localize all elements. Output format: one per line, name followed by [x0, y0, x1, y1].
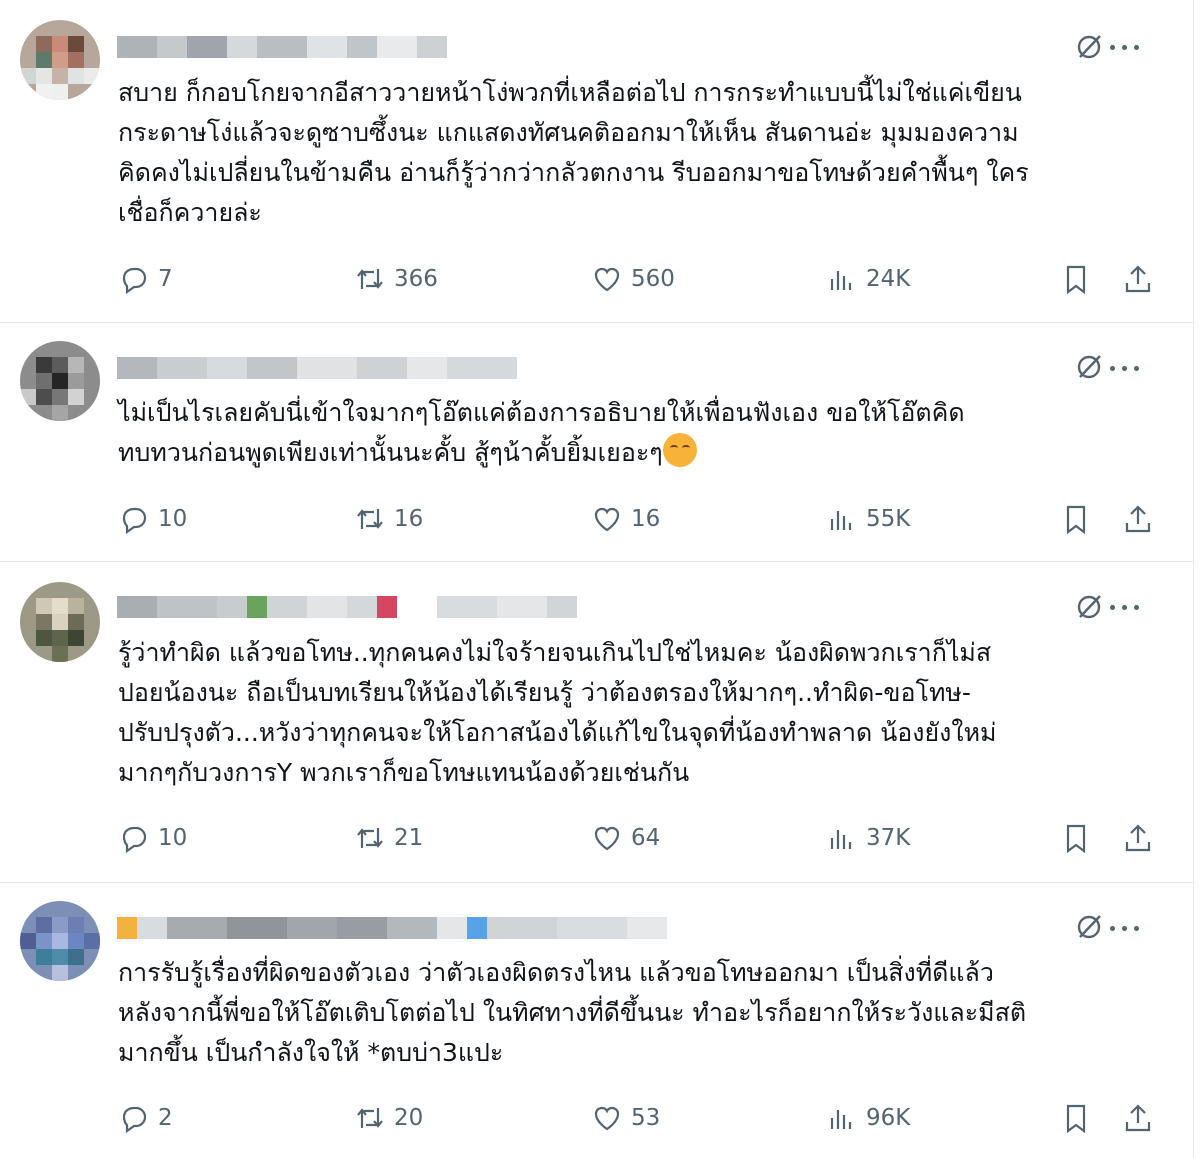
reply-post-1[interactable]: สบาย ก็กอบโกยจากอีสาววายหน้าโง่พวกที่เหล…	[0, 0, 1192, 322]
reply-count: 7	[158, 266, 173, 292]
reply-text: ไม่เป็นไรเลยคับนี่เข้าใจมากๆโอ๊ตแค่ต้องก…	[118, 393, 1168, 473]
reply-icon	[122, 826, 147, 854]
views-button[interactable]: 24K	[826, 259, 910, 299]
repost-icon	[357, 1108, 383, 1128]
share-icon	[1125, 1104, 1151, 1132]
share-icon	[1125, 824, 1151, 852]
views-icon	[830, 1110, 852, 1129]
share-icon	[1125, 265, 1151, 293]
heart-icon	[594, 826, 620, 851]
bookmark-button[interactable]	[1060, 499, 1092, 539]
views-icon	[830, 271, 852, 290]
views-icon	[830, 830, 852, 849]
views-button[interactable]: 96K	[826, 1098, 910, 1138]
more-icon[interactable]	[1110, 600, 1144, 614]
reply-icon	[122, 1106, 147, 1134]
reply-text: รู้ว่าทำผิด แล้วขอโทษ..ทุกคนคงไม่ใจร้ายจ…	[118, 638, 997, 787]
reply-button[interactable]: 10	[118, 499, 187, 539]
repost-count: 21	[394, 825, 424, 851]
more-icon[interactable]	[1110, 361, 1144, 375]
views-count: 24K	[866, 266, 911, 292]
reply-post-3[interactable]: รู้ว่าทำผิด แล้วขอโทษ..ทุกคนคงไม่ใจร้ายจ…	[0, 562, 1192, 882]
reply-count: 2	[158, 1105, 173, 1131]
avatar[interactable]	[20, 341, 100, 421]
like-button[interactable]: 64	[591, 818, 660, 858]
views-button[interactable]: 37K	[826, 818, 910, 858]
views-count: 96K	[866, 1105, 911, 1131]
action-bar: 10 21 64 37K	[118, 818, 1168, 858]
share-button[interactable]	[1122, 499, 1154, 539]
repost-icon	[357, 509, 383, 529]
share-button[interactable]	[1122, 1098, 1154, 1138]
reply-button[interactable]: 10	[118, 818, 187, 858]
like-button[interactable]: 16	[591, 499, 660, 539]
reply-icon	[122, 267, 147, 295]
like-count: 16	[631, 506, 661, 532]
share-button[interactable]	[1122, 818, 1154, 858]
bookmark-icon	[1066, 824, 1086, 854]
share-button[interactable]	[1122, 259, 1154, 299]
reply-text: การรับรู้เรื่องที่ผิดของตัวเอง ว่าตัวเอง…	[118, 958, 1027, 1067]
author-name-blurred[interactable]	[117, 357, 517, 379]
like-count: 560	[631, 266, 675, 292]
repost-icon	[357, 269, 383, 289]
views-count: 55K	[866, 506, 911, 532]
repost-count: 366	[394, 266, 438, 292]
repost-button[interactable]: 16	[354, 499, 423, 539]
more-icon[interactable]	[1110, 40, 1144, 54]
repost-button[interactable]: 21	[354, 818, 423, 858]
author-name-blurred[interactable]	[117, 596, 577, 618]
grok-icon[interactable]	[1074, 32, 1104, 62]
reply-count: 10	[158, 825, 188, 851]
bookmark-icon	[1066, 1104, 1086, 1134]
bookmark-button[interactable]	[1060, 818, 1092, 858]
action-bar: 2 20 53 96K	[118, 1098, 1168, 1138]
bookmark-button[interactable]	[1060, 259, 1092, 299]
views-count: 37K	[866, 825, 911, 851]
share-icon	[1125, 505, 1151, 533]
more-icon[interactable]	[1110, 921, 1144, 935]
like-count: 53	[631, 1105, 661, 1131]
grok-icon[interactable]	[1074, 592, 1104, 622]
reply-text: สบาย ก็กอบโกยจากอีสาววายหน้าโง่พวกที่เหล…	[118, 78, 1029, 227]
repost-button[interactable]: 366	[354, 259, 438, 299]
bookmark-icon	[1066, 505, 1086, 535]
views-button[interactable]: 55K	[826, 499, 910, 539]
heart-icon	[594, 507, 620, 532]
repost-button[interactable]: 20	[354, 1098, 423, 1138]
author-name-blurred[interactable]	[117, 36, 447, 58]
repost-icon	[357, 828, 383, 848]
repost-count: 20	[394, 1105, 424, 1131]
author-name-blurred[interactable]	[117, 917, 667, 939]
timeline-border	[1193, 0, 1194, 1158]
avatar[interactable]	[20, 901, 100, 981]
reply-count: 10	[158, 506, 188, 532]
heart-icon	[594, 267, 620, 292]
views-icon	[830, 511, 852, 530]
action-bar: 7 366 560 24K	[118, 259, 1168, 299]
reply-post-2[interactable]: ไม่เป็นไรเลยคับนี่เข้าใจมากๆโอ๊ตแค่ต้องก…	[0, 323, 1192, 561]
like-button[interactable]: 53	[591, 1098, 660, 1138]
like-button[interactable]: 560	[591, 259, 675, 299]
reply-icon	[122, 507, 147, 535]
bookmark-icon	[1066, 265, 1086, 295]
reply-post-4[interactable]: การรับรู้เรื่องที่ผิดของตัวเอง ว่าตัวเอง…	[0, 883, 1192, 1158]
reply-button[interactable]: 2	[118, 1098, 173, 1138]
reply-text-body: ไม่เป็นไรเลยคับนี่เข้าใจมากๆโอ๊ตแค่ต้องก…	[118, 398, 965, 467]
grok-icon[interactable]	[1074, 912, 1104, 942]
heart-icon	[594, 1106, 620, 1131]
action-bar: 10 16 16 55K	[118, 499, 1168, 539]
repost-count: 16	[394, 506, 424, 532]
avatar[interactable]	[20, 20, 100, 100]
grok-icon[interactable]	[1074, 352, 1104, 382]
reply-button[interactable]: 7	[118, 259, 173, 299]
like-count: 64	[631, 825, 661, 851]
smiling-face-emoji	[662, 433, 697, 467]
bookmark-button[interactable]	[1060, 1098, 1092, 1138]
avatar[interactable]	[20, 582, 100, 662]
